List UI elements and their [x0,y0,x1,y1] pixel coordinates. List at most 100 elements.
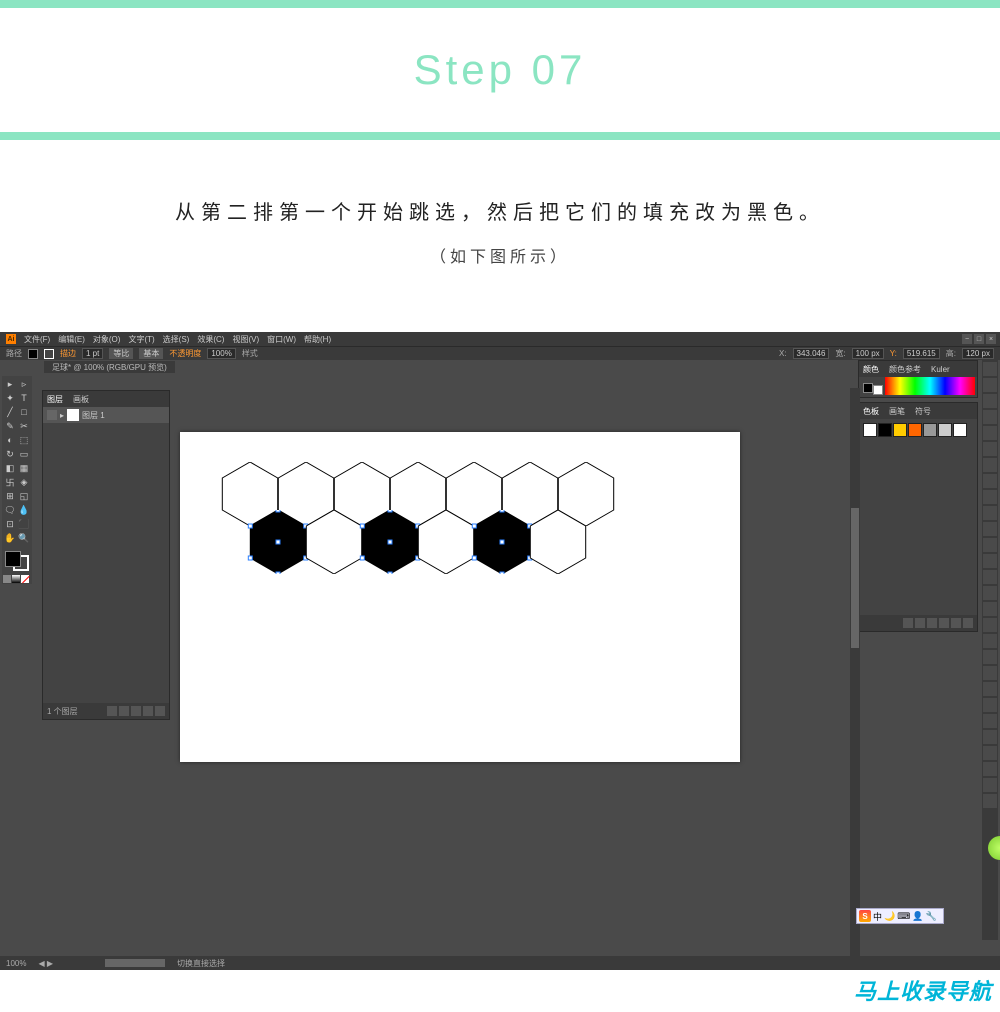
dock-icon-10[interactable] [983,522,997,536]
menu-type[interactable]: 文字(T) [128,334,154,345]
menu-select[interactable]: 选择(S) [163,334,190,345]
tool-2[interactable]: ✦ [3,391,17,405]
tool-13[interactable]: ▦ [17,461,31,475]
dock-icon-16[interactable] [983,618,997,632]
document-tab[interactable]: 足球* @ 100% (RGB/GPU 预览) [44,361,175,373]
close-button[interactable]: × [986,334,996,344]
dock-icon-18[interactable] [983,650,997,664]
tool-23[interactable]: 🔍 [17,531,31,545]
ime-lang[interactable]: 中 [873,910,882,923]
x-input[interactable]: 343.046 [793,348,830,359]
hexagon-row2-5[interactable] [526,510,590,574]
locate-icon[interactable] [107,706,117,716]
tool-14[interactable]: 卐 [3,475,17,489]
fill-swatch-icon[interactable] [28,349,38,359]
dock-icon-7[interactable] [983,474,997,488]
nav-arrows[interactable]: ◀ ▶ [38,959,53,968]
visibility-icon[interactable] [47,410,57,420]
tool-3[interactable]: T [17,391,31,405]
w-input[interactable]: 100 px [852,348,884,359]
dock-icon-20[interactable] [983,682,997,696]
artboards-tab[interactable]: 画板 [73,394,89,405]
swatch-lib-icon[interactable] [903,618,913,628]
tool-16[interactable]: ⊞ [3,489,17,503]
maximize-button[interactable]: □ [974,334,984,344]
menu-object[interactable]: 对象(O) [93,334,121,345]
tool-0[interactable]: ▸ [3,377,17,391]
ime-keyboard-icon[interactable]: ⌨ [897,911,910,922]
dock-icon-22[interactable] [983,714,997,728]
uniform-button[interactable]: 等比 [109,348,133,359]
dock-icon-19[interactable] [983,666,997,680]
swatch-2[interactable] [893,423,907,437]
fill-stroke-control[interactable] [3,549,31,573]
hexagon-row2-2[interactable] [358,510,422,574]
dock-icon-3[interactable] [983,410,997,424]
basic-button[interactable]: 基本 [139,348,163,359]
tool-17[interactable]: ◱ [17,489,31,503]
color-stroke-icon[interactable] [873,385,883,395]
tool-1[interactable]: ▹ [17,377,31,391]
tool-11[interactable]: ▭ [17,447,31,461]
new-layer-icon[interactable] [143,706,153,716]
symbols-tab[interactable]: 符号 [915,406,931,417]
menu-effect[interactable]: 效果(C) [197,334,224,345]
layer-row[interactable]: ▸ 图层 1 [43,407,169,423]
dock-icon-1[interactable] [983,378,997,392]
mask-icon[interactable] [119,706,129,716]
h-scroll-thumb[interactable] [105,959,165,967]
layer-name[interactable]: 图层 1 [82,410,105,421]
tool-18[interactable]: 🗨 [3,503,17,517]
dock-icon-14[interactable] [983,586,997,600]
dock-icon-23[interactable] [983,730,997,744]
dock-icon-8[interactable] [983,490,997,504]
tool-9[interactable]: ⬚ [17,433,31,447]
fill-box-icon[interactable] [5,551,21,567]
mode-color-icon[interactable] [3,575,11,583]
tool-22[interactable]: ✋ [3,531,17,545]
menu-edit[interactable]: 编辑(E) [58,334,85,345]
hexagon-row2-0[interactable] [246,510,310,574]
dock-icon-11[interactable] [983,538,997,552]
expand-icon[interactable]: ▸ [60,411,64,420]
tool-12[interactable]: ◧ [3,461,17,475]
dock-icon-6[interactable] [983,458,997,472]
dock-icon-12[interactable] [983,554,997,568]
color-spectrum[interactable] [885,377,975,395]
color-tab[interactable]: 颜色 [863,364,879,375]
ime-person-icon[interactable]: 👤 [912,911,923,922]
kuler-tab[interactable]: Kuler [931,365,950,374]
mode-none-icon[interactable] [21,575,29,583]
tool-4[interactable]: ╱ [3,405,17,419]
trash-icon[interactable] [155,706,165,716]
hexagon-row2-4[interactable] [470,510,534,574]
tool-10[interactable]: ↻ [3,447,17,461]
tool-5[interactable]: □ [17,405,31,419]
minimize-button[interactable]: − [962,334,972,344]
zoom-level[interactable]: 100% [6,959,26,968]
h-input[interactable]: 120 px [962,348,994,359]
swatch-options-icon[interactable] [927,618,937,628]
color-guide-tab[interactable]: 颜色参考 [889,364,921,375]
artboard[interactable] [180,432,740,762]
dock-icon-21[interactable] [983,698,997,712]
stroke-swatch-icon[interactable] [44,349,54,359]
sublayer-icon[interactable] [131,706,141,716]
mode-gradient-icon[interactable] [12,575,20,583]
tool-19[interactable]: 💧 [17,503,31,517]
swatch-0[interactable] [863,423,877,437]
dock-icon-9[interactable] [983,506,997,520]
tool-21[interactable]: ⬛ [17,517,31,531]
dock-icon-2[interactable] [983,394,997,408]
new-swatch-icon[interactable] [951,618,961,628]
menu-view[interactable]: 视图(V) [232,334,259,345]
color-fill-icon[interactable] [863,383,873,393]
swatches-tab[interactable]: 色板 [863,406,879,417]
opacity-input[interactable]: 100% [207,348,235,359]
tool-6[interactable]: ✎ [3,419,17,433]
dock-icon-4[interactable] [983,426,997,440]
menu-window[interactable]: 窗口(W) [267,334,296,345]
menu-help[interactable]: 帮助(H) [304,334,331,345]
swatch-1[interactable] [878,423,892,437]
stroke-weight-input[interactable]: 1 pt [82,348,103,359]
